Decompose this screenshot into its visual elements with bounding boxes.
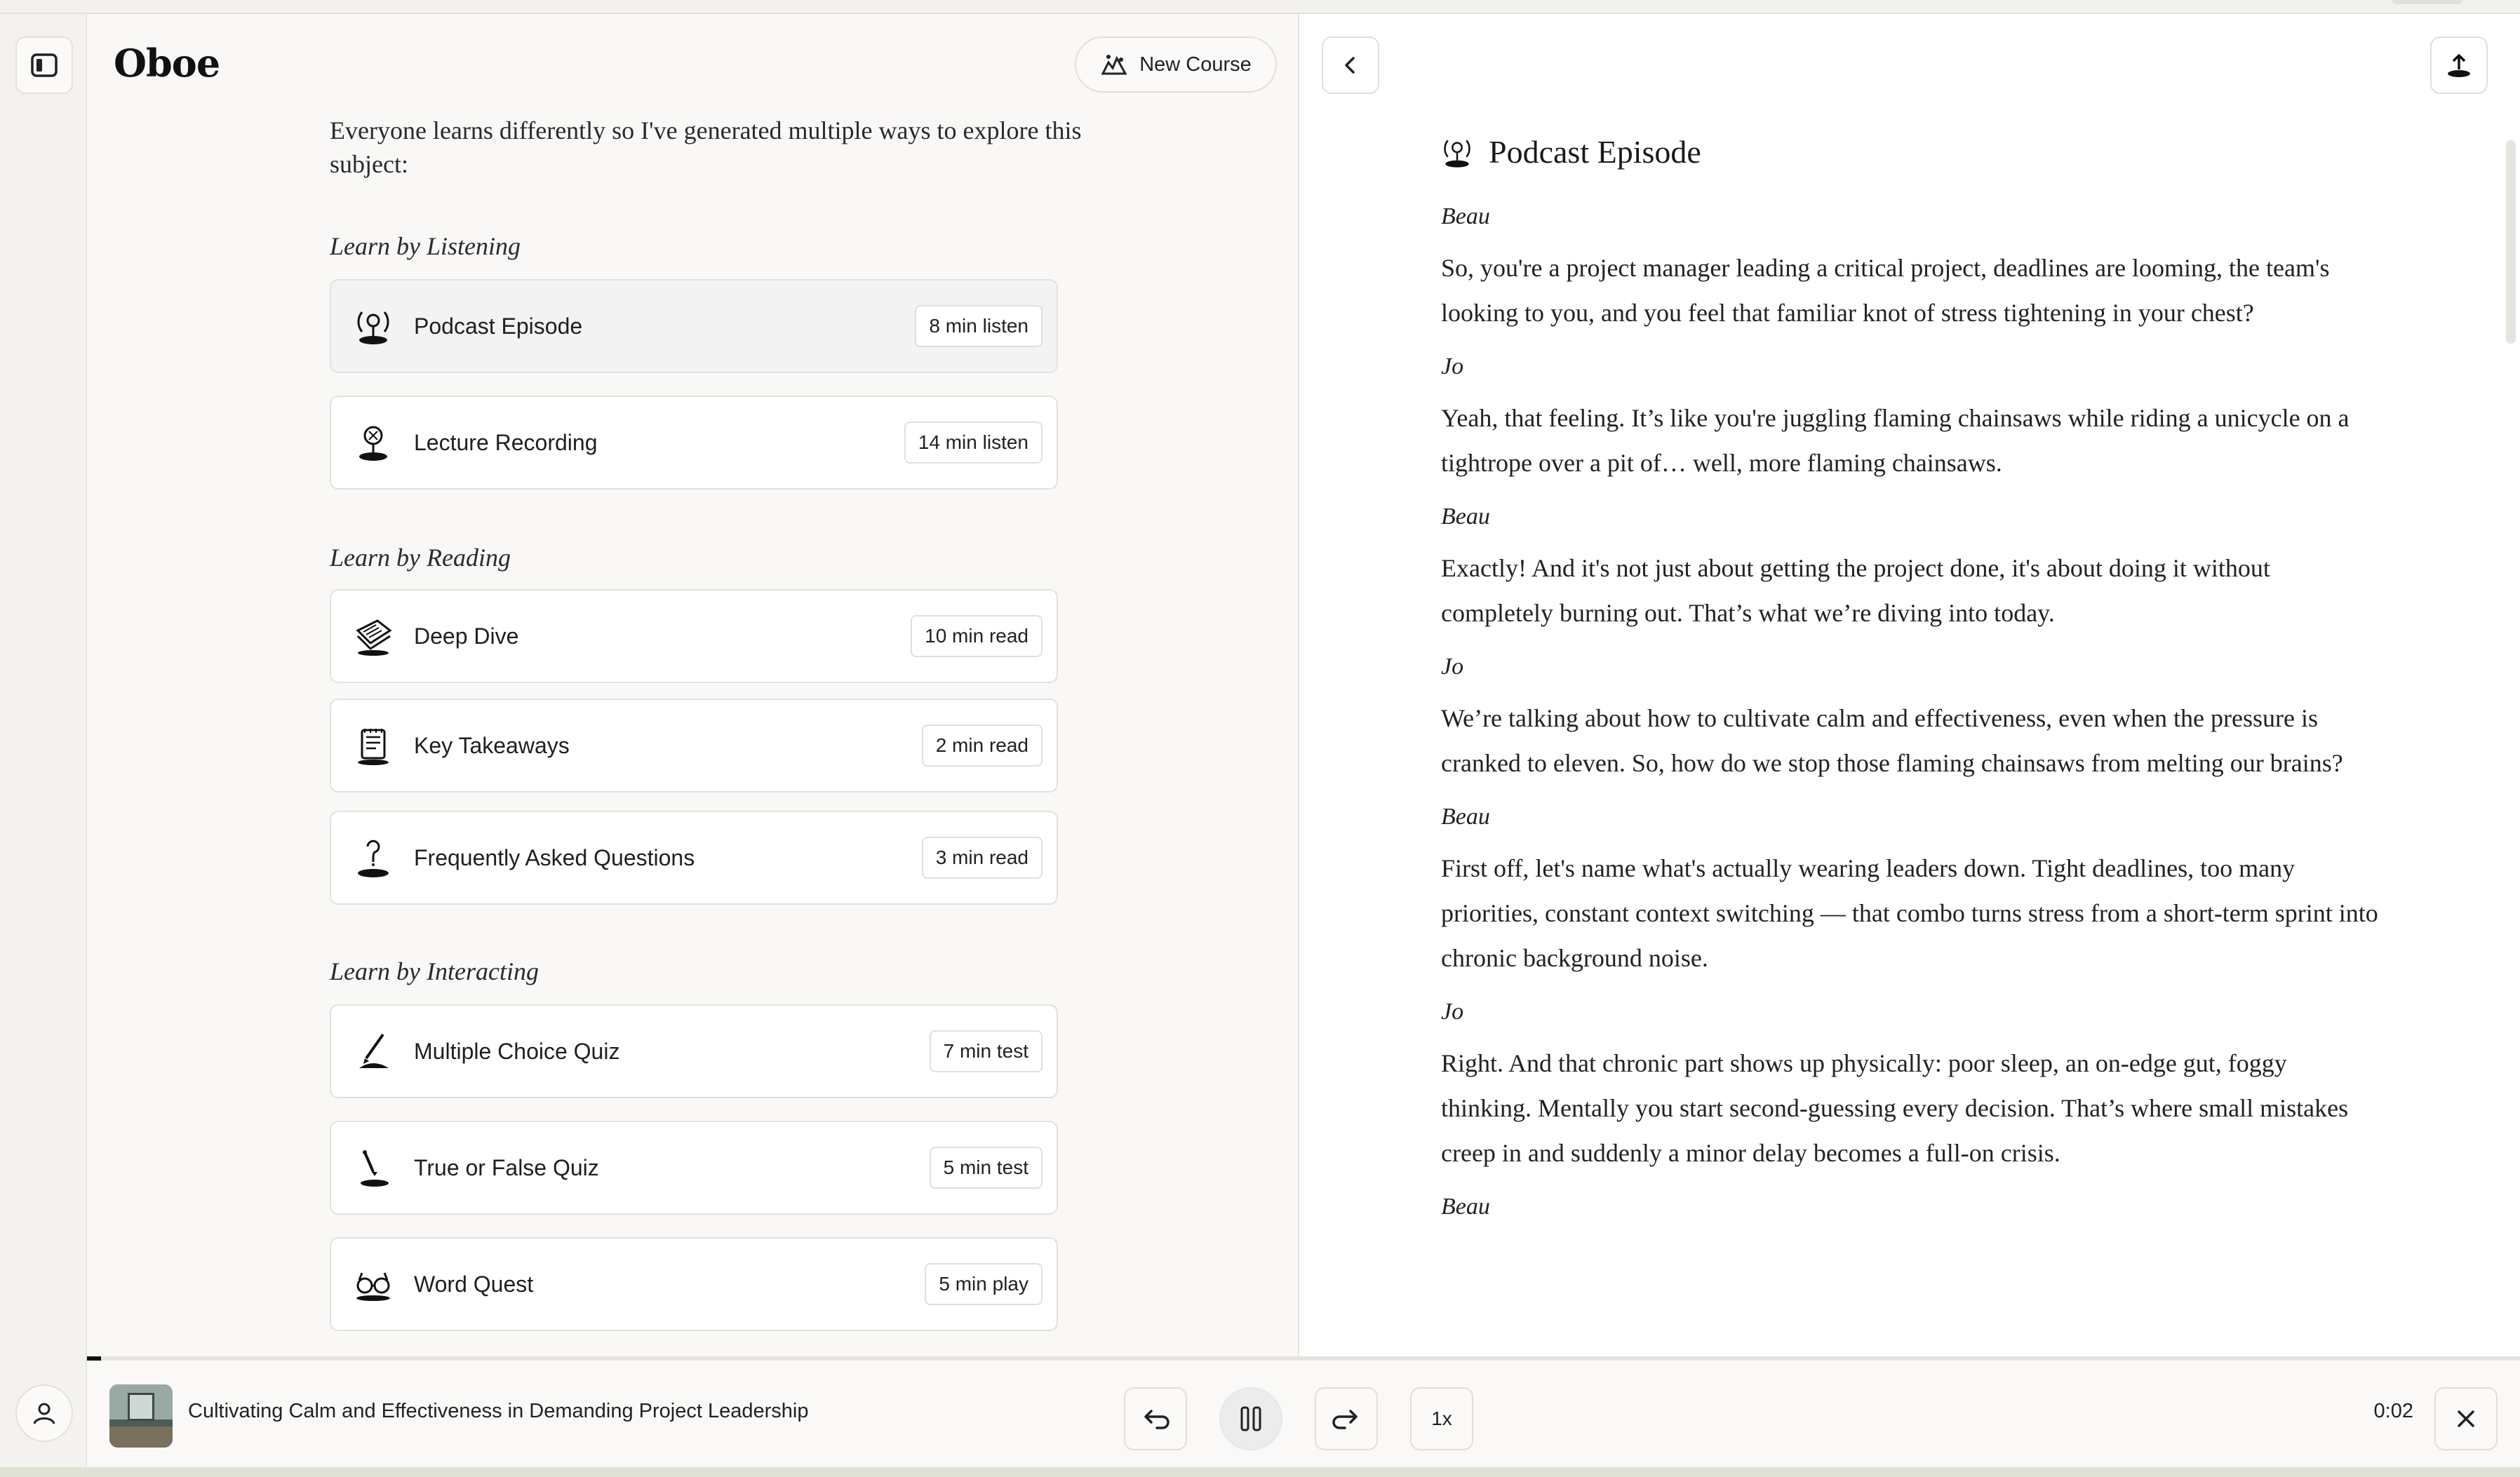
episode-thumbnail	[109, 1384, 173, 1448]
rewind-button[interactable]	[1124, 1387, 1187, 1450]
quiz-pen-icon	[349, 1027, 397, 1075]
audio-player: Cultivating Calm and Effectiveness in De…	[87, 1361, 2520, 1473]
podcast-icon	[1444, 140, 1470, 168]
back-button[interactable]	[1322, 36, 1379, 94]
speaker-name: Jo	[1441, 999, 1464, 1025]
episode-header: Podcast Episode	[1440, 133, 1701, 170]
forward-icon	[1332, 1410, 1358, 1429]
podcast-icon	[349, 302, 397, 350]
item-label: Deep Dive	[414, 623, 519, 649]
item-label: True or False Quiz	[414, 1154, 599, 1180]
speaker-name: Jo	[1441, 353, 1464, 379]
item-word-quest[interactable]: Word Quest 5 min play	[330, 1237, 1058, 1331]
user-icon	[33, 1403, 55, 1424]
new-course-button[interactable]: New Course	[1075, 36, 1277, 93]
item-key-takeaways[interactable]: Key Takeaways 2 min read	[330, 699, 1058, 793]
share-icon	[2448, 54, 2470, 77]
forward-button[interactable]	[1315, 1387, 1378, 1450]
duration-badge: 10 min read	[911, 615, 1043, 657]
transcript-scrollbar[interactable]	[2506, 140, 2516, 344]
pause-icon	[1240, 1406, 1261, 1431]
top-handle	[2392, 0, 2462, 4]
transcript-line: So, you're a project manager leading a c…	[1441, 254, 2330, 327]
profile-button[interactable]	[15, 1384, 73, 1442]
item-lecture-recording[interactable]: Lecture Recording 14 min listen	[330, 396, 1058, 490]
transcript-line: Exactly! And it's not just about getting…	[1441, 554, 2270, 627]
glasses-icon	[349, 1260, 397, 1308]
share-button[interactable]	[2430, 36, 2488, 94]
window-bottom-edge	[0, 1467, 2520, 1477]
sidebar-rail	[0, 14, 87, 1477]
playback-speed-button[interactable]: 1x	[1410, 1387, 1473, 1450]
transcript-line: Yeah, that feeling. It’s like you're jug…	[1441, 404, 2350, 477]
new-course-label: New Course	[1139, 53, 1252, 76]
duration-badge: 8 min listen	[915, 305, 1043, 347]
transcript-line: Right. And that chronic part shows up ph…	[1441, 1049, 2349, 1167]
close-icon	[2458, 1410, 2474, 1427]
speaker-name: Beau	[1441, 504, 1490, 530]
speaker-name: Jo	[1441, 654, 1464, 680]
lecture-icon	[349, 419, 397, 466]
book-icon	[349, 612, 397, 660]
item-label: Key Takeaways	[414, 732, 570, 758]
item-faq[interactable]: Frequently Asked Questions 3 min read	[330, 811, 1058, 905]
item-label: Multiple Choice Quiz	[414, 1038, 620, 1064]
speaker-name: Beau	[1441, 804, 1490, 830]
rewind-icon	[1144, 1410, 1169, 1429]
item-label: Podcast Episode	[414, 313, 583, 339]
intro-text: Everyone learns differently so I've gene…	[330, 116, 1082, 178]
sidebar-toggle-button[interactable]	[15, 36, 73, 94]
question-icon	[349, 834, 397, 882]
section-title-interacting: Learn by Interacting	[330, 957, 539, 985]
speaker-name: Beau	[1441, 203, 1490, 229]
transcript-line: We’re talking about how to cultivate cal…	[1441, 704, 2343, 777]
item-label: Word Quest	[414, 1271, 534, 1297]
duration-badge: 14 min listen	[904, 421, 1043, 464]
course-panel: Oboe New Course Everyone learns differen…	[87, 14, 1299, 1358]
new-course-icon	[1101, 55, 1127, 75]
item-label: Lecture Recording	[414, 429, 598, 455]
app-logo: Oboe	[114, 41, 220, 86]
duration-badge: 5 min test	[929, 1147, 1043, 1189]
duration-badge: 3 min read	[921, 837, 1043, 879]
duration-badge: 7 min test	[929, 1030, 1043, 1072]
transcript: Beau So, you're a project manager leadin…	[1441, 203, 2381, 1236]
window-top-bar	[0, 0, 2520, 14]
duration-badge: 5 min play	[925, 1263, 1043, 1305]
app-window: Oboe New Course Everyone learns differen…	[0, 0, 2520, 1477]
player-title: Cultivating Calm and Effectiveness in De…	[188, 1400, 809, 1422]
transcript-line: First off, let's name what's actually we…	[1441, 854, 2378, 972]
item-podcast-episode[interactable]: Podcast Episode 8 min listen	[330, 279, 1058, 373]
chevron-left-icon	[1345, 57, 1355, 74]
notepad-icon	[349, 722, 397, 769]
sidebar-toggle-icon	[31, 53, 58, 77]
playback-time: 0:02	[2373, 1400, 2413, 1422]
section-title-listening: Learn by Listening	[330, 232, 521, 260]
item-label: Frequently Asked Questions	[414, 844, 695, 870]
pencil-icon	[349, 1144, 397, 1192]
episode-title: Podcast Episode	[1489, 134, 1701, 170]
section-title-reading: Learn by Reading	[330, 544, 511, 572]
item-multiple-choice-quiz[interactable]: Multiple Choice Quiz 7 min test	[330, 1004, 1058, 1098]
item-deep-dive[interactable]: Deep Dive 10 min read	[330, 589, 1058, 683]
close-player-button[interactable]	[2434, 1387, 2498, 1450]
pause-button[interactable]	[1219, 1387, 1282, 1450]
duration-badge: 2 min read	[921, 724, 1043, 767]
episode-panel: Podcast Episode Beau So, you're a projec…	[1299, 14, 2520, 1358]
item-true-false-quiz[interactable]: True or False Quiz 5 min test	[330, 1121, 1058, 1215]
speaker-name: Beau	[1441, 1194, 1490, 1220]
